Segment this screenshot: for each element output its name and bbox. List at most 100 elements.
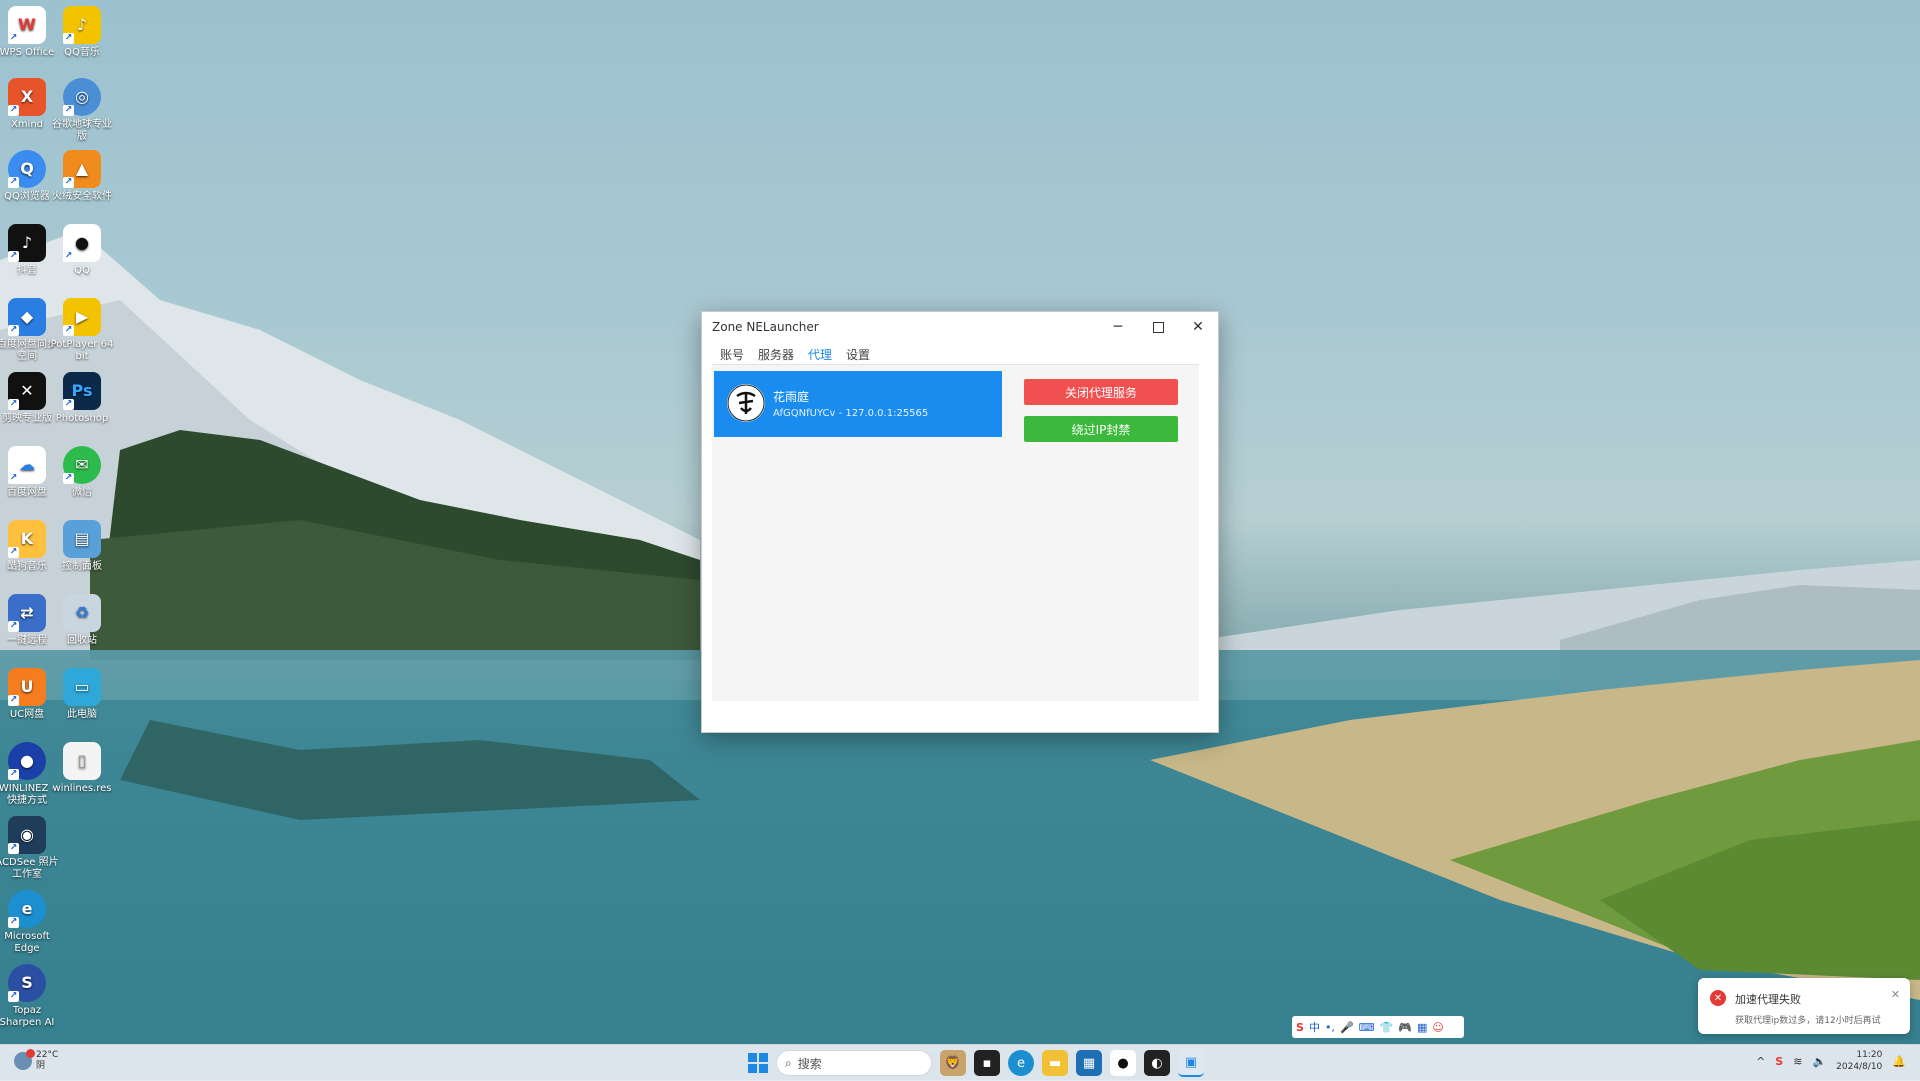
desktop-icon-label: QQ (74, 265, 90, 276)
tray-sogou-icon[interactable]: S (1775, 1055, 1783, 1068)
search-placeholder: 搜索 (797, 1056, 822, 1071)
proxy-name: 花雨庭 (773, 390, 810, 404)
desktop-icon-potplayer[interactable]: ▶ ↗ PotPlayer 64 bit (50, 298, 114, 363)
desktop-icon-label: ACDSee 照片工作室 (0, 857, 59, 880)
desktop-icon-topaz[interactable]: S ↗ Topaz Sharpen AI (0, 964, 59, 1029)
tab-servers[interactable]: 服务器 (758, 346, 794, 366)
game-icon[interactable]: 🎮 (1398, 1021, 1412, 1034)
task-view-icon[interactable]: ▪ (974, 1050, 1000, 1076)
desktop-icon-winlines-res[interactable]: ▯ winlines.res (50, 742, 114, 795)
file-icon: ▯ (63, 742, 101, 780)
weather-condition: 阴 (36, 1061, 46, 1071)
microsoft-store-icon[interactable]: ▦ (1076, 1050, 1102, 1076)
maximize-button[interactable] (1138, 312, 1178, 342)
taskbar-nelauncher-icon[interactable]: ▣ (1178, 1049, 1204, 1077)
desktop-icon-huorong[interactable]: ▲ ↗ 火绒安全软件 (50, 150, 114, 203)
desktop-icon-this-pc[interactable]: ▭ 此电脑 (50, 668, 114, 721)
weather-cloud-icon (14, 1049, 35, 1070)
edge-icon: e ↗ (8, 890, 46, 928)
notification-toast[interactable]: ✕ 加速代理失败 获取代理ip数过多，请12小时后再试 ✕ (1698, 978, 1910, 1034)
jianying-icon: ✕ ↗ (8, 372, 46, 410)
kugou-icon: K ↗ (8, 520, 46, 558)
desktop-icon-label: Microsoft Edge (4, 931, 50, 954)
error-icon: ✕ (1710, 990, 1726, 1006)
weather-widget[interactable]: 22°C 阴 (14, 1049, 59, 1072)
tab-account[interactable]: 账号 (720, 346, 744, 366)
avatar-logo-icon (727, 384, 765, 422)
tab-settings[interactable]: 设置 (846, 346, 870, 366)
taskbar-apps: ⌕ 搜索 🦁 ▪ e ▬ ▦ ● ◐ ▣ (748, 1049, 1204, 1077)
taskbar-qq-icon[interactable]: ● (1110, 1050, 1136, 1076)
minimize-button[interactable]: ─ (1098, 312, 1138, 342)
winlinez-icon: ● ↗ (8, 742, 46, 780)
ime-chinese-mode[interactable]: 中 (1309, 1019, 1320, 1035)
desktop-icon-edge[interactable]: e ↗ Microsoft Edge (0, 890, 59, 955)
taskbar-clock[interactable]: 11:20 2024/8/10 (1836, 1049, 1882, 1073)
skin-icon[interactable]: 👕 (1380, 1021, 1394, 1034)
volume-icon[interactable]: 🔈 (1812, 1055, 1826, 1068)
desktop-icon-google-earth[interactable]: ◎ ↗ 谷歌地球专业版 (50, 78, 114, 143)
tray-overflow-icon[interactable]: ^ (1756, 1055, 1765, 1068)
tab-proxy[interactable]: 代理 (808, 346, 833, 366)
bypass-ip-ban-button[interactable]: 绕过IP封禁 (1024, 416, 1178, 442)
uc-netdisk-icon: U ↗ (8, 668, 46, 706)
notification-body: 获取代理ip数过多，请12小时后再试 (1735, 1016, 1881, 1026)
desktop-icon-label: 微信 (72, 487, 92, 498)
microphone-icon[interactable]: 🎤 (1340, 1021, 1354, 1034)
notification-center-icon[interactable]: 🔔 (1892, 1055, 1906, 1068)
douyin-icon: ♪ ↗ (8, 224, 46, 262)
close-proxy-button[interactable]: 关闭代理服务 (1024, 379, 1178, 405)
desktop-icon-control-panel[interactable]: ▤ 控制面板 (50, 520, 114, 573)
this-pc-icon: ▭ (63, 668, 101, 706)
proxy-list-item[interactable]: 花雨庭 AfGQNfUYCv - 127.0.0.1:25565 (714, 371, 1002, 437)
desktop-icon-acdsee[interactable]: ◉ ↗ ACDSee 照片工作室 (0, 816, 59, 881)
huorong-icon: ▲ ↗ (63, 150, 101, 188)
file-explorer-icon[interactable]: ▬ (1042, 1050, 1068, 1076)
search-icon: ⌕ (785, 1055, 792, 1070)
notification-close-icon[interactable]: ✕ (1891, 988, 1900, 1001)
clock-date: 2024/8/10 (1836, 1062, 1883, 1072)
remote-icon: ⇄ ↗ (8, 594, 46, 632)
wifi-icon[interactable]: ≋ (1793, 1055, 1802, 1068)
maximize-icon (1152, 321, 1164, 333)
ime-toolbar[interactable]: S 中 •, 🎤 ⌨ 👕 🎮 ▦ ☺ (1292, 1016, 1464, 1038)
taskbar: 22°C 阴 ⌕ 搜索 🦁 ▪ e ▬ ▦ ● ◐ ▣ ^ S ≋ 🔈 11:2… (0, 1044, 1920, 1081)
desktop-icon-label: winlines.res (52, 783, 112, 794)
toolbox-icon[interactable]: ▦ (1417, 1021, 1427, 1034)
keyboard-icon[interactable]: ⌨ (1359, 1021, 1375, 1034)
emoji-icon[interactable]: ☺ (1432, 1021, 1443, 1034)
desktop-icon-label: Photoshop (55, 413, 109, 424)
tab-bar: 账号 服务器 代理 设置 (720, 346, 870, 366)
taskbar-search[interactable]: ⌕ 搜索 (776, 1050, 932, 1076)
acdsee-icon: ◉ ↗ (8, 816, 46, 854)
desktop-icon-qq[interactable]: ● ↗ QQ (50, 224, 114, 277)
desktop-icon-label: Topaz Sharpen AI (0, 1005, 55, 1028)
wechat-icon: ✉ ↗ (63, 446, 101, 484)
close-icon: ✕ (1192, 319, 1204, 335)
taskbar-widget-icon[interactable]: 🦁 (940, 1050, 966, 1076)
close-button[interactable]: ✕ (1178, 312, 1218, 342)
desktop-icon-label: 谷歌地球专业版 (52, 119, 112, 142)
control-panel-icon: ▤ (63, 520, 101, 558)
start-button[interactable] (748, 1053, 768, 1073)
desktop-icon-wechat[interactable]: ✉ ↗ 微信 (50, 446, 114, 499)
window-titlebar[interactable]: Zone NELauncher ─ ✕ (702, 312, 1218, 342)
desktop-icon-photoshop[interactable]: Ps ↗ Photoshop (50, 372, 114, 425)
ime-punctuation-icon[interactable]: •, (1325, 1021, 1335, 1034)
wps-icon: W ↗ (8, 6, 46, 44)
weather-temperature: 22°C (36, 1050, 59, 1060)
desktop-icon-recycle-bin[interactable]: ♻ 回收站 (50, 594, 114, 647)
potplayer-icon: ▶ ↗ (63, 298, 101, 336)
qq-browser-icon: Q ↗ (8, 150, 46, 188)
photoshop-icon: Ps ↗ (63, 372, 101, 410)
qq-icon: ● ↗ (63, 224, 101, 262)
google-earth-icon: ◎ ↗ (63, 78, 101, 116)
taskbar-app-icon[interactable]: ◐ (1144, 1050, 1170, 1076)
baidu-netdisk-icon: ☁ ↗ (8, 446, 46, 484)
sogou-logo-icon[interactable]: S (1296, 1021, 1304, 1034)
desktop-icon-qq-music[interactable]: ♪ ↗ QQ音乐 (50, 6, 114, 59)
window-title: Zone NELauncher (712, 320, 819, 334)
proxy-panel: 花雨庭 AfGQNfUYCv - 127.0.0.1:25565 关闭代理服务 … (712, 364, 1199, 701)
qq-music-icon: ♪ ↗ (63, 6, 101, 44)
taskbar-edge-icon[interactable]: e (1008, 1050, 1034, 1076)
